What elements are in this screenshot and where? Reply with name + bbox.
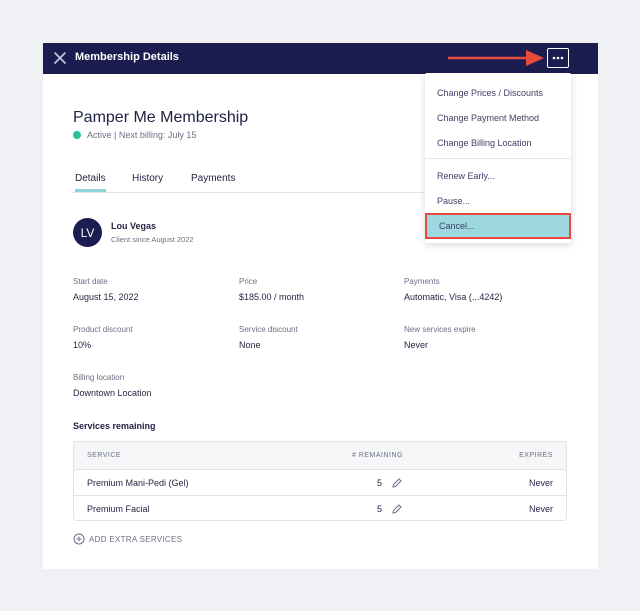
price-value: $185.00 / month <box>239 292 305 302</box>
avatar: LV <box>73 218 102 247</box>
price-label: Price <box>239 277 258 286</box>
service-expires: Never <box>528 504 553 514</box>
ellipsis-icon <box>552 56 564 60</box>
tab-details[interactable]: Details <box>75 173 106 192</box>
payments-label: Payments <box>404 277 440 286</box>
header-title: Membership Details <box>75 51 179 63</box>
start-date-label: Start date <box>73 277 108 286</box>
service-name: Premium Facial <box>87 504 150 514</box>
service-name: Premium Mani-Pedi (Gel) <box>87 478 189 488</box>
plus-circle-icon <box>73 533 85 545</box>
membership-title: Pamper Me Membership <box>73 109 249 126</box>
status-text: Active | Next billing: July 15 <box>87 130 197 140</box>
new-services-expire-label: New services expire <box>404 325 476 334</box>
arrow-pointer-icon <box>448 50 544 66</box>
status-dot-icon <box>73 131 81 139</box>
column-expires: EXPIRES <box>519 452 553 459</box>
client-name[interactable]: Lou Vegas <box>111 221 156 231</box>
product-discount-value: 10% <box>73 340 92 350</box>
service-remaining: 5 <box>377 504 383 514</box>
billing-location-label: Billing location <box>73 373 125 382</box>
start-date-value: August 15, 2022 <box>73 292 139 302</box>
more-options-button[interactable] <box>547 48 569 68</box>
services-remaining-title: Services remaining <box>73 421 156 431</box>
menu-item-change-payment-method[interactable]: Change Payment Method <box>425 113 571 123</box>
add-extra-services-button[interactable]: ADD EXTRA SERVICES <box>73 533 182 545</box>
tab-bar: Details History Payments <box>73 171 433 193</box>
membership-status: Active | Next billing: July 15 <box>73 130 196 140</box>
service-discount-value: None <box>239 340 261 350</box>
menu-item-pause[interactable]: Pause... <box>425 196 571 206</box>
service-expires: Never <box>528 478 553 488</box>
menu-item-change-billing-location[interactable]: Change Billing Location <box>425 138 571 148</box>
menu-item-cancel[interactable]: Cancel... <box>425 213 571 239</box>
table-row: Premium Facial 5 Never <box>74 495 566 520</box>
service-remaining: 5 <box>377 478 383 488</box>
pencil-icon[interactable] <box>392 478 402 488</box>
new-services-expire-value: Never <box>404 340 429 350</box>
table-header: SERVICE # REMAINING EXPIRES <box>74 442 566 469</box>
table-row: Premium Mani-Pedi (Gel) 5 Never <box>74 469 566 495</box>
tab-history[interactable]: History <box>132 173 163 184</box>
add-extra-services-label: ADD EXTRA SERVICES <box>89 534 183 544</box>
panel-header: Membership Details <box>43 43 598 74</box>
payments-value: Automatic, Visa (...4242) <box>404 292 503 302</box>
close-icon[interactable] <box>53 51 67 65</box>
menu-divider <box>425 158 571 159</box>
services-table: SERVICE # REMAINING EXPIRES Premium Mani… <box>73 441 567 521</box>
column-service: SERVICE <box>87 452 122 459</box>
column-remaining: # REMAINING <box>352 452 404 459</box>
menu-item-change-prices[interactable]: Change Prices / Discounts <box>425 88 571 98</box>
billing-location-value: Downtown Location <box>73 388 152 398</box>
menu-item-renew-early[interactable]: Renew Early... <box>425 171 571 181</box>
client-since: Client since August 2022 <box>111 235 194 244</box>
service-discount-label: Service discount <box>239 325 298 334</box>
product-discount-label: Product discount <box>73 325 133 334</box>
options-dropdown-menu: Change Prices / Discounts Change Payment… <box>425 73 571 243</box>
tab-payments[interactable]: Payments <box>191 173 235 184</box>
pencil-icon[interactable] <box>392 504 402 514</box>
